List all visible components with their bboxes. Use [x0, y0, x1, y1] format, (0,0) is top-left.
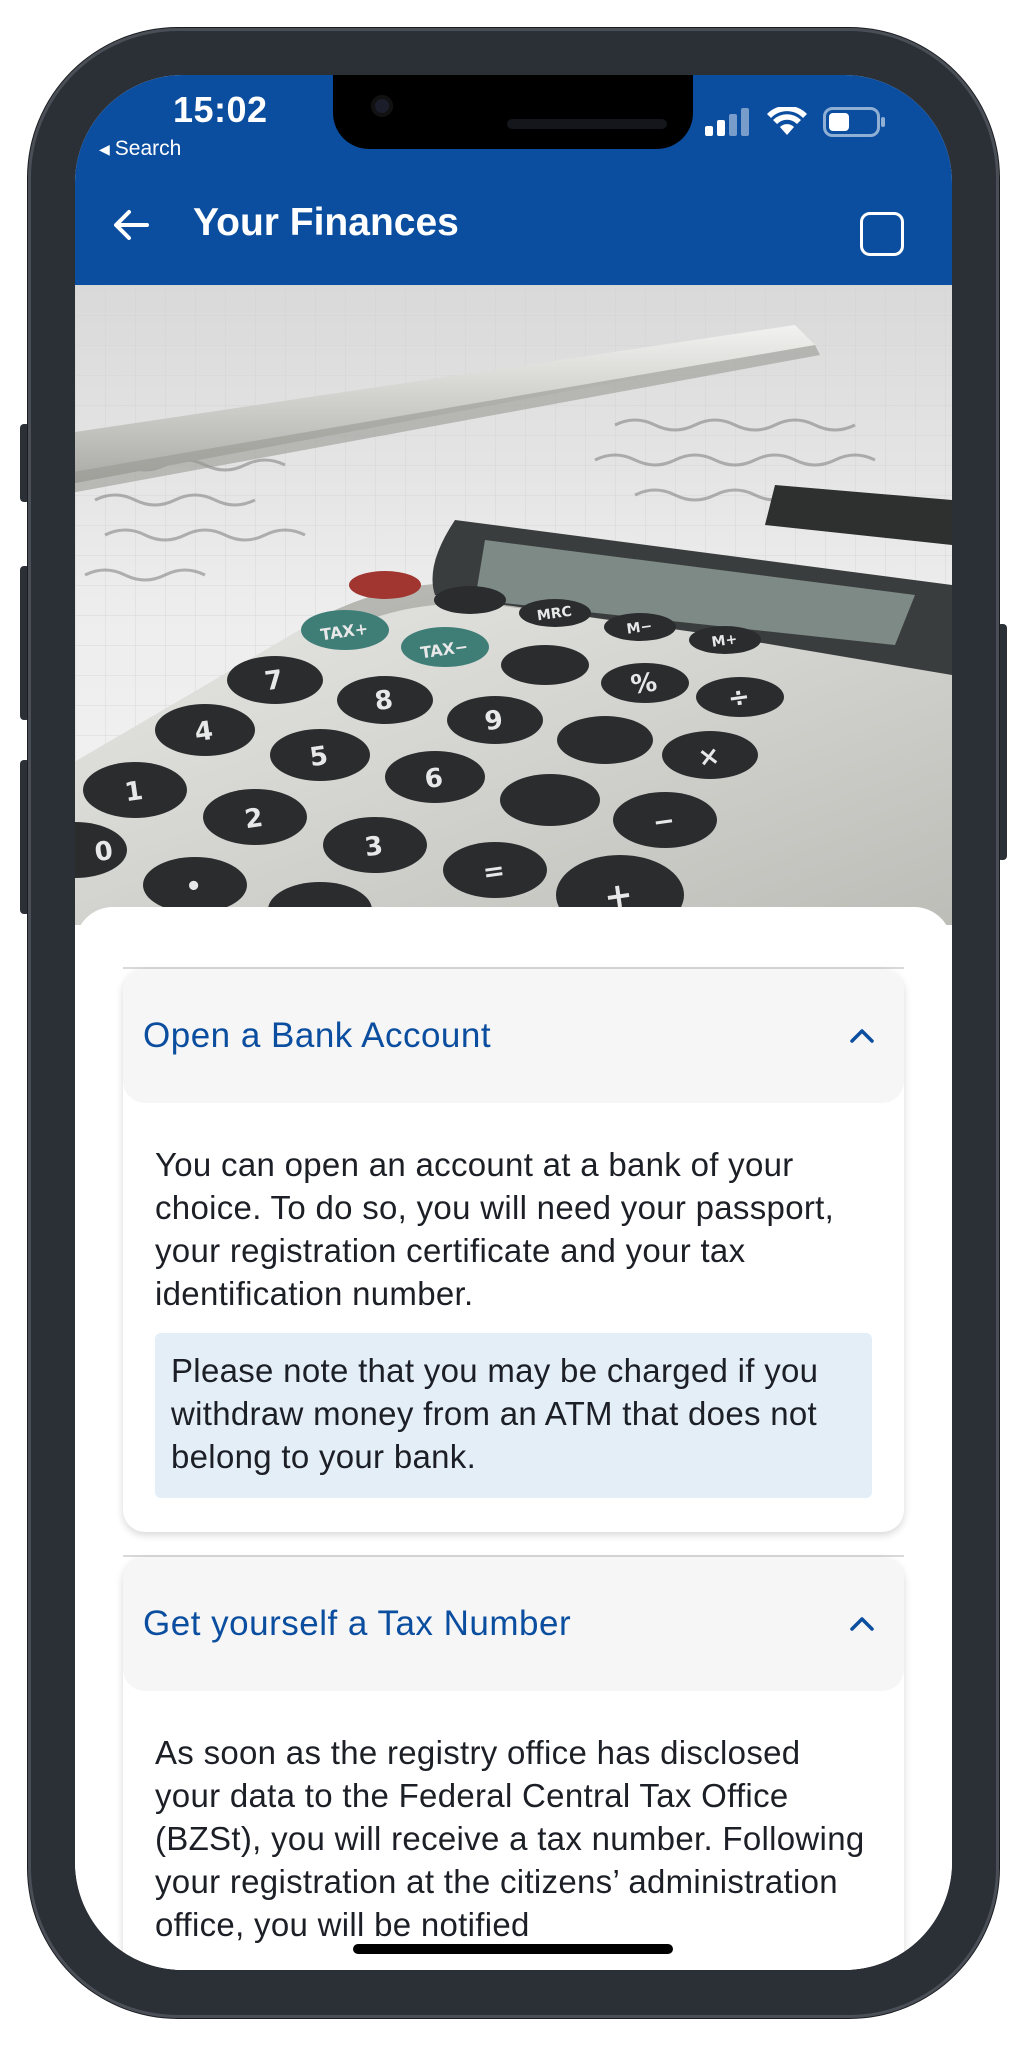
- accordion-body-text: As soon as the registry office has discl…: [155, 1734, 865, 1943]
- arrow-left-icon[interactable]: [111, 205, 151, 245]
- back-to-search-label: Search: [114, 137, 182, 160]
- app-header: 15:02 ◀ Search Your Finances: [75, 75, 952, 285]
- key-label-equals: =: [481, 856, 507, 889]
- key-label-divide: ÷: [726, 682, 752, 715]
- hero-image: TAX+ TAX− MRC M− M+ % ÷ × − + = 7 8 9 4 …: [75, 285, 952, 925]
- calculator-illustration: TAX+ TAX− MRC M− M+ % ÷ × − + = 7 8 9 4 …: [75, 285, 952, 925]
- front-camera-icon: [371, 95, 393, 117]
- accordion-body-text: You can open an account at a bank of you…: [155, 1146, 835, 1312]
- wifi-icon: [767, 107, 807, 135]
- key-label-multiply: ×: [696, 741, 722, 774]
- phone-screen: 15:02 ◀ Search Your Finances TAX+ TAX− M…: [75, 75, 952, 1970]
- cellular-signal-icon: [705, 108, 749, 136]
- battery-icon: [823, 107, 885, 137]
- accordion-section-tax-number: Get yourself a Tax Number As soon as the…: [123, 1557, 904, 1970]
- chevron-up-icon[interactable]: [848, 1024, 876, 1048]
- back-to-search-link[interactable]: ◀ Search: [99, 137, 181, 161]
- accordion-section-bank-account: Open a Bank Account You can open an acco…: [123, 969, 904, 1532]
- square-outline-icon[interactable]: [860, 212, 904, 256]
- accordion-header-tax-number[interactable]: Get yourself a Tax Number: [123, 1557, 904, 1691]
- content-panel: Open a Bank Account You can open an acco…: [75, 907, 952, 1970]
- accordion-title: Open a Bank Account: [143, 1016, 492, 1055]
- earpiece-speaker: [507, 119, 667, 129]
- accordion-header-bank-account[interactable]: Open a Bank Account: [123, 969, 904, 1103]
- info-note: Please note that you may be charged if y…: [155, 1333, 872, 1498]
- accordion-body-bank-account: You can open an account at a bank of you…: [123, 1103, 904, 1532]
- back-triangle-icon: ◀: [99, 140, 110, 157]
- home-indicator[interactable]: [353, 1944, 673, 1954]
- key-label-minus: −: [651, 806, 677, 839]
- screenshot-stage: 15:02 ◀ Search Your Finances TAX+ TAX− M…: [0, 0, 1027, 2048]
- page-title: Your Finances: [193, 201, 459, 244]
- chevron-up-icon[interactable]: [848, 1612, 876, 1636]
- status-time: 15:02: [173, 89, 268, 130]
- status-icons: [705, 107, 887, 137]
- accordion-body-tax-number: As soon as the registry office has discl…: [123, 1691, 904, 1970]
- accordion-title: Get yourself a Tax Number: [143, 1604, 572, 1643]
- key-label-percent: %: [629, 667, 659, 700]
